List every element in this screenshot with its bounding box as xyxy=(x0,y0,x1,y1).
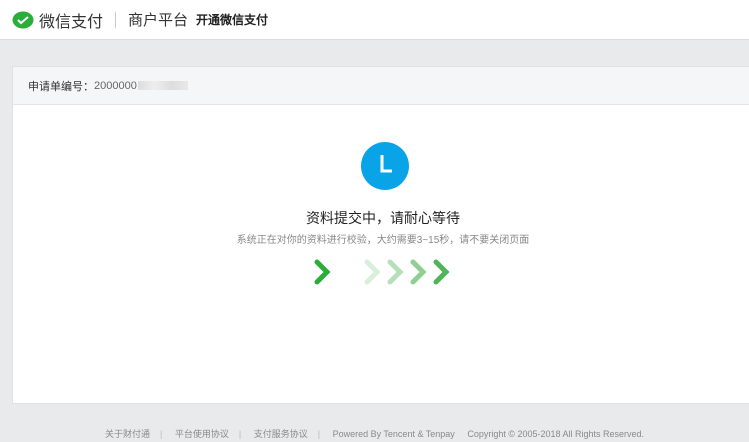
arrow-icon xyxy=(410,259,427,285)
footer-link-payment-agreement[interactable]: 支付服务协议 xyxy=(254,429,308,439)
footer-link-platform-agreement[interactable]: 平台使用协议 xyxy=(175,429,229,439)
arrow-icon xyxy=(314,259,331,285)
order-label: 申请单编号： xyxy=(28,80,94,93)
arrow-icon xyxy=(364,259,381,285)
top-header: 微信支付 商户平台 开通微信支付 xyxy=(0,0,749,40)
status-card: 申请单编号： 2000000 资料提交中，请耐心等待 系统正在对你的资料进行校验… xyxy=(12,66,749,404)
footer: 关于财付通 | 平台使用协议 | 支付服务协议 | Powered By Tencen… xyxy=(104,429,645,439)
masked-number xyxy=(137,81,188,90)
clock-icon xyxy=(361,142,409,190)
footer-link-about[interactable]: 关于财付通 xyxy=(105,429,150,439)
powered-by: Powered By Tencent & Tenpay xyxy=(332,429,455,439)
status-title: 资料提交中，请耐心等待 xyxy=(306,210,460,226)
card-header: 申请单编号： 2000000 xyxy=(13,67,749,105)
page-subtitle: 开通微信支付 xyxy=(196,13,269,27)
divider xyxy=(115,11,117,28)
wechat-pay-logo-icon xyxy=(12,11,34,28)
copyright: Copyright © 2005-2018 All Rights Reserve… xyxy=(467,429,645,439)
status-description: 系统正在对你的资料进行校验，大约需要3~15秒，请不要关闭页面 xyxy=(236,235,530,246)
platform-name: 商户平台 xyxy=(128,12,189,29)
brand-name: 微信支付 xyxy=(39,13,104,31)
order-number: 2000000 xyxy=(94,79,137,92)
arrow-icon xyxy=(433,259,450,285)
progress-arrows xyxy=(314,259,450,285)
arrow-icon xyxy=(387,259,404,285)
